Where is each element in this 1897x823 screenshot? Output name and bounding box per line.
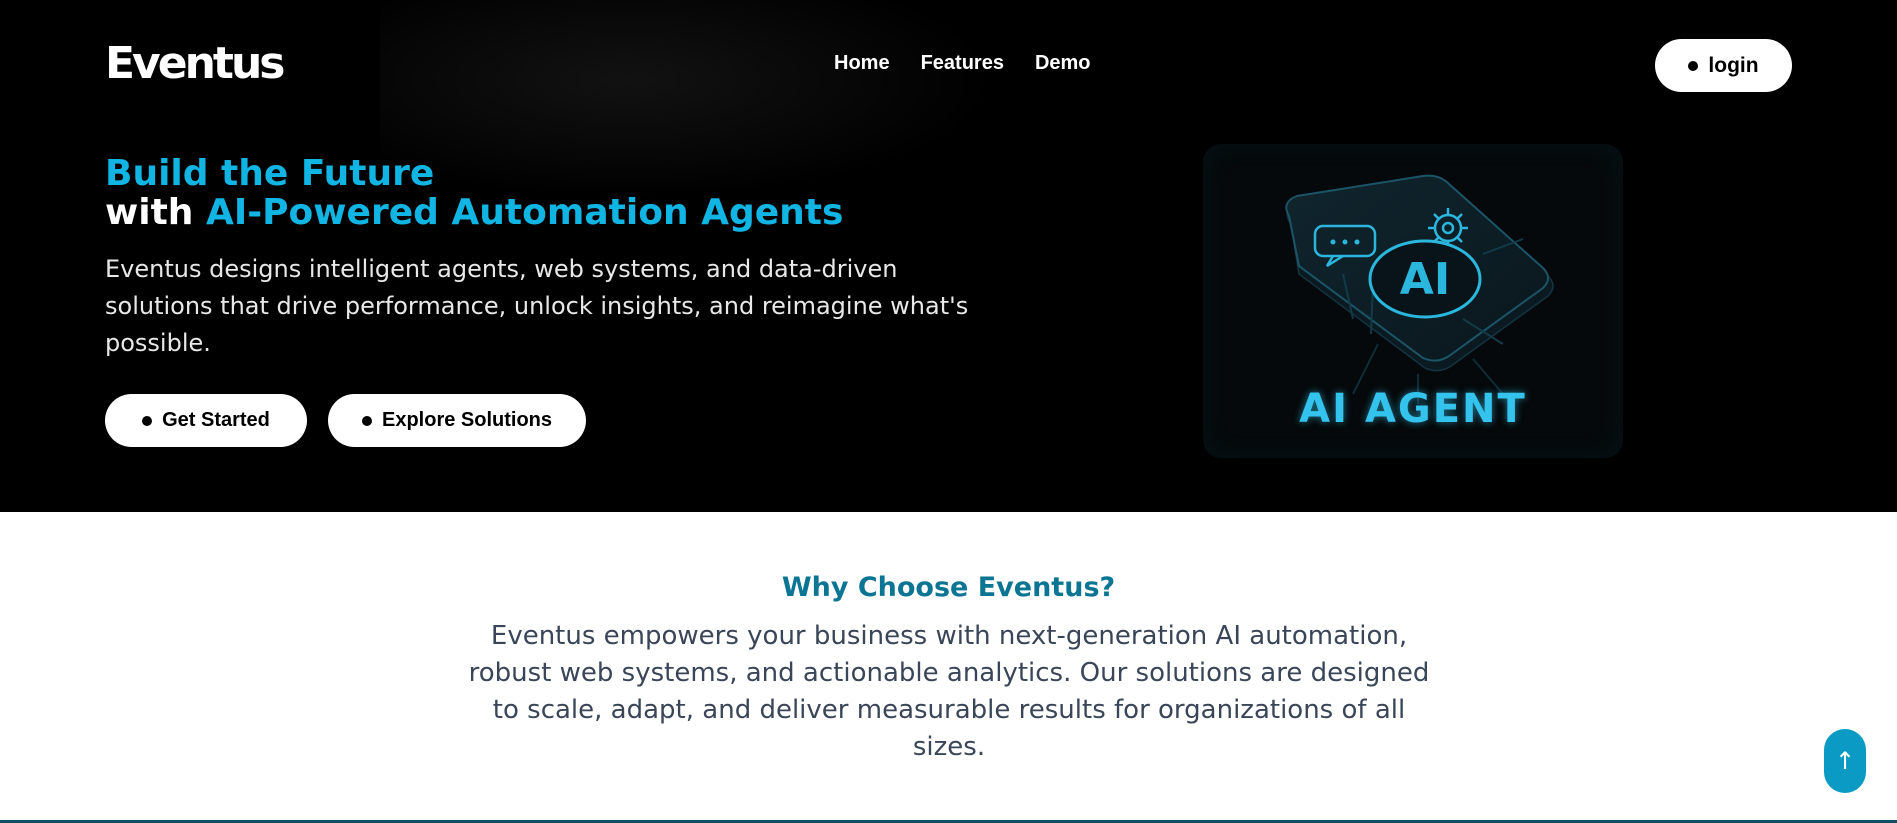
explore-solutions-label: Explore Solutions [381,409,553,431]
nav-home-link[interactable]: Home [834,52,890,75]
site-logo[interactable]: Eventus [105,38,285,89]
login-label: login [1708,53,1759,77]
bullet-dot-icon [1688,60,1699,71]
bullet-dot-icon [142,415,153,426]
hero-title-highlight: AI-Powered Automation Agents [205,192,844,233]
arrow-up-icon: ↑ [1834,747,1856,775]
hero-title-line1: Build the Future [105,153,435,194]
hero-description: Eventus designs intelligent agents, web … [105,255,969,357]
nav-demo-link[interactable]: Demo [1035,52,1091,75]
get-started-button[interactable]: Get Started [105,394,307,447]
why-section-description: Eventus empowers your business with next… [468,621,1430,762]
ai-badge-text: AI [1400,254,1450,305]
ai-agent-label: AI AGENT [1299,386,1527,432]
ai-agent-illustration: AI AI AGENT [1203,144,1623,458]
get-started-label: Get Started [162,409,270,431]
hero-title-prefix: with [105,192,206,233]
scroll-to-top-button[interactable]: ↑ [1824,729,1866,793]
explore-solutions-button[interactable]: Explore Solutions [328,394,586,447]
hero-title-line2: with AI-Powered Automation Agents [105,193,843,232]
bullet-dot-icon [361,415,372,426]
nav-features-link[interactable]: Features [921,52,1004,75]
main-nav: Home Features Demo [834,52,1091,75]
login-button[interactable]: login [1655,39,1792,92]
why-section-title: Why Choose Eventus? [781,572,1116,603]
hero-title: Build the Future with AI-Powered Automat… [105,154,843,232]
hero-section: Eventus Home Features Demo login Build t… [0,0,1897,512]
